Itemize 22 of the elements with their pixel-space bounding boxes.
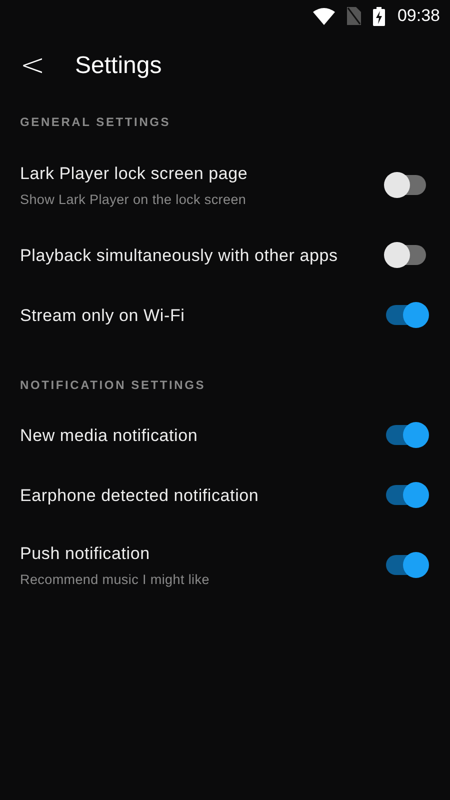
setting-label: Stream only on Wi-Fi	[20, 304, 186, 326]
status-time: 09:38	[397, 6, 440, 26]
battery-charging-icon	[373, 6, 386, 26]
section-header: NOTIFICATION SETTINGS	[19, 377, 207, 394]
setting-label: New media notification	[20, 424, 199, 446]
section-header: GENERAL SETTINGS	[19, 114, 172, 131]
setting-label: Earphone detected notification	[20, 484, 260, 506]
setting-label: Lark Player lock screen page	[20, 163, 249, 184]
back-button[interactable]: <	[0, 51, 68, 81]
wifi-icon	[313, 8, 336, 24]
setting-label: Playback simultaneously with other apps	[20, 244, 339, 266]
setting-description: Recommend music I might like	[20, 572, 210, 587]
toggle-switch[interactable]	[386, 425, 426, 445]
toggle-switch[interactable]	[386, 175, 426, 195]
setting-label: Push notification	[20, 543, 151, 564]
page-title: Settings	[75, 52, 162, 80]
setting-description: Show Lark Player on the lock screen	[20, 192, 248, 207]
toggle-switch[interactable]	[386, 245, 426, 265]
no-sim-icon	[347, 7, 362, 25]
toggle-switch[interactable]	[386, 305, 426, 325]
toggle-switch[interactable]	[386, 485, 426, 505]
toggle-switch[interactable]	[386, 555, 426, 575]
